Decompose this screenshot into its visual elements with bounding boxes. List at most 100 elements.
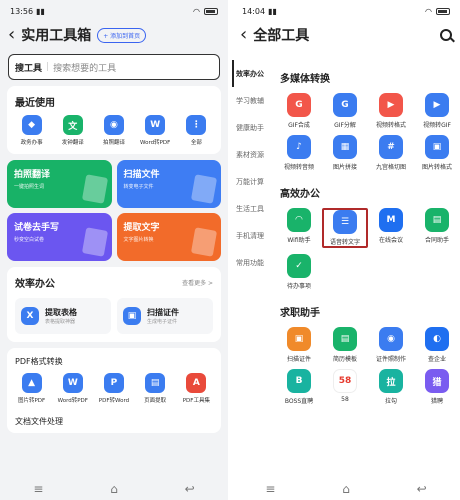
tool-icon: ▣	[123, 307, 141, 325]
right-screen: 14:04 ▮▮ ◠ ‹ 全部工具 效率办公 学习教辅 健康助手 素材资源 万能计算 生活工…	[232, 0, 460, 500]
item-label: Word转PDF	[57, 398, 88, 404]
tool-item[interactable]: M 在线会议	[368, 208, 414, 248]
side-tab[interactable]: 效率办公	[232, 60, 274, 87]
back-icon[interactable]: ‹	[240, 26, 247, 44]
status-bar: 13:56 ▮▮ ◠	[0, 0, 228, 22]
side-tab[interactable]: 学习教辅	[232, 87, 274, 114]
search-keyword: 搜工具	[15, 63, 43, 74]
tool-icon: ◐	[425, 327, 449, 351]
item-label: 证件照制作	[375, 356, 406, 363]
search-icon[interactable]	[440, 29, 452, 41]
item-label: 政务办事	[20, 140, 43, 146]
pdf-tool-item[interactable]: P PDF转Word	[95, 373, 133, 404]
item-label: 视频转GIF	[423, 122, 451, 129]
side-tab[interactable]: 素材资源	[232, 141, 274, 168]
shield-icon: ◆	[21, 115, 42, 135]
item-label: 简历模板	[332, 356, 357, 363]
home-icon[interactable]: ⌂	[342, 482, 350, 496]
image-pdf-icon: ▲	[21, 373, 42, 393]
side-tab[interactable]: 常用功能	[232, 249, 274, 276]
tool-icon: 猎	[425, 369, 449, 393]
item-label: GIF分解	[334, 122, 356, 129]
page-title: 全部工具	[253, 28, 310, 44]
tool-item[interactable]: G GIF分解	[322, 93, 368, 129]
recent-item[interactable]: W Word转PDF	[136, 115, 174, 146]
recent-item[interactable]: ◉ 拍照翻译	[95, 115, 133, 146]
word-icon: W	[145, 115, 166, 135]
item-label: 全部	[190, 140, 202, 146]
feature-tile[interactable]: 提取文字 文字图片转换	[116, 213, 221, 261]
pdf-tool-item[interactable]: A PDF工具集	[177, 373, 215, 404]
recent-section: 最近使用 ◆ 政务办事 文发钟翻译 ◉ 拍照翻译 W Word转PDF ⋮ 全部	[7, 86, 221, 154]
tool-item[interactable]: ◉ 证件照制作	[368, 327, 414, 363]
recent-item[interactable]: 文发钟翻译	[54, 115, 92, 146]
recent-item[interactable]: ◆ 政务办事	[13, 115, 51, 146]
item-label: 合同助手	[424, 237, 449, 244]
back-nav-icon[interactable]: ↩	[417, 482, 427, 496]
tool-icon: ▣	[425, 135, 449, 159]
tool-item[interactable]: ◐ 查企业	[414, 327, 460, 363]
efficiency-card[interactable]: ▣ 扫描证件 生成电子证件	[117, 298, 213, 334]
page-icon: ▤	[145, 373, 166, 393]
document-icon	[190, 174, 218, 204]
efficiency-card[interactable]: X 提取表格 表格提取神器	[15, 298, 111, 334]
item-label: 拉勾	[384, 398, 397, 405]
pdf-tools-icon: A	[186, 373, 207, 393]
word-icon: W	[62, 373, 83, 393]
wifi-icon: ◠	[425, 6, 432, 16]
grid-icon: ⋮	[186, 115, 207, 135]
tool-item[interactable]: # 九宫格切图	[368, 135, 414, 171]
feature-tile[interactable]: 扫描文件 转变电子文件	[116, 160, 221, 208]
page-title: 实用工具箱	[21, 28, 92, 44]
tool-icon: ▶	[425, 93, 449, 117]
feature-tile[interactable]: 试卷去手写 秒变空白试卷	[7, 213, 112, 261]
side-tab[interactable]: 生活工具	[232, 195, 274, 222]
section-title: 最近使用	[15, 98, 55, 109]
item-label: 视频转格式	[375, 122, 406, 129]
tool-item[interactable]: ▶ 视频转格式	[368, 93, 414, 129]
home-icon[interactable]: ⌂	[110, 482, 118, 496]
tool-item[interactable]: ☰ 语音转文字	[322, 208, 368, 248]
pdf-tool-item[interactable]: ▲ 图片转PDF	[13, 373, 51, 404]
pdf-tool-item[interactable]: ▤ 页面提取	[136, 373, 174, 404]
battery-icon	[436, 7, 450, 15]
tool-item[interactable]: ▦ 图片拼接	[322, 135, 368, 171]
back-icon[interactable]: ‹	[8, 26, 15, 44]
feature-tile[interactable]: 拍照翻译 一键拍照生词	[7, 160, 112, 208]
side-tab[interactable]: 万能计算	[232, 168, 274, 195]
card-subtitle: 生成电子证件	[147, 319, 178, 325]
tool-item[interactable]: B BOSS直聘	[276, 369, 322, 405]
tool-item[interactable]: ▤ 合同助手	[414, 208, 460, 248]
tool-icon: ◠	[287, 208, 311, 232]
tool-item[interactable]: ▣ 扫描证件	[276, 327, 322, 363]
tool-item[interactable]: ◠ Wifi助手	[276, 208, 322, 248]
item-label: 查企业	[427, 356, 446, 363]
back-nav-icon[interactable]: ↩	[185, 482, 195, 496]
tool-item[interactable]: 拉拉勾	[368, 369, 414, 405]
tool-item[interactable]: G GIF合成	[276, 93, 322, 129]
item-label: 待办事项	[286, 283, 311, 290]
recent-item[interactable]: ⋮ 全部	[177, 115, 215, 146]
see-more-link[interactable]: 查看更多 >	[182, 278, 213, 287]
tool-item[interactable]: ♪ 视频转音频	[276, 135, 322, 171]
pdf-tool-item[interactable]: W Word转PDF	[54, 373, 92, 404]
search-input[interactable]: 搜工具 | 搜索想要的工具	[8, 54, 220, 80]
side-tab[interactable]: 健康助手	[232, 114, 274, 141]
menu-icon[interactable]: ≡	[33, 482, 43, 496]
header: ‹ 全部工具	[232, 22, 460, 48]
tool-item[interactable]: ▣ 图片转格式	[414, 135, 460, 171]
card-subtitle: 表格提取神器	[45, 319, 76, 325]
tool-item[interactable]: 猎猎聘	[414, 369, 460, 405]
side-tab[interactable]: 手机清理	[232, 222, 274, 249]
item-label: 58	[341, 396, 349, 403]
add-to-home-button[interactable]: + 添加到首页	[97, 27, 147, 43]
item-label: 九宫格切图	[375, 164, 406, 171]
tool-item[interactable]: 58 58	[322, 369, 368, 405]
menu-icon[interactable]: ≡	[265, 482, 275, 496]
tool-item[interactable]: ✓ 待办事项	[276, 254, 322, 290]
tool-item[interactable]: ▶ 视频转GIF	[414, 93, 460, 129]
document-icon	[81, 174, 108, 204]
tool-item[interactable]: ▤ 简历模板	[322, 327, 368, 363]
tool-icon: ▦	[333, 135, 357, 159]
item-label: BOSS直聘	[284, 398, 314, 405]
